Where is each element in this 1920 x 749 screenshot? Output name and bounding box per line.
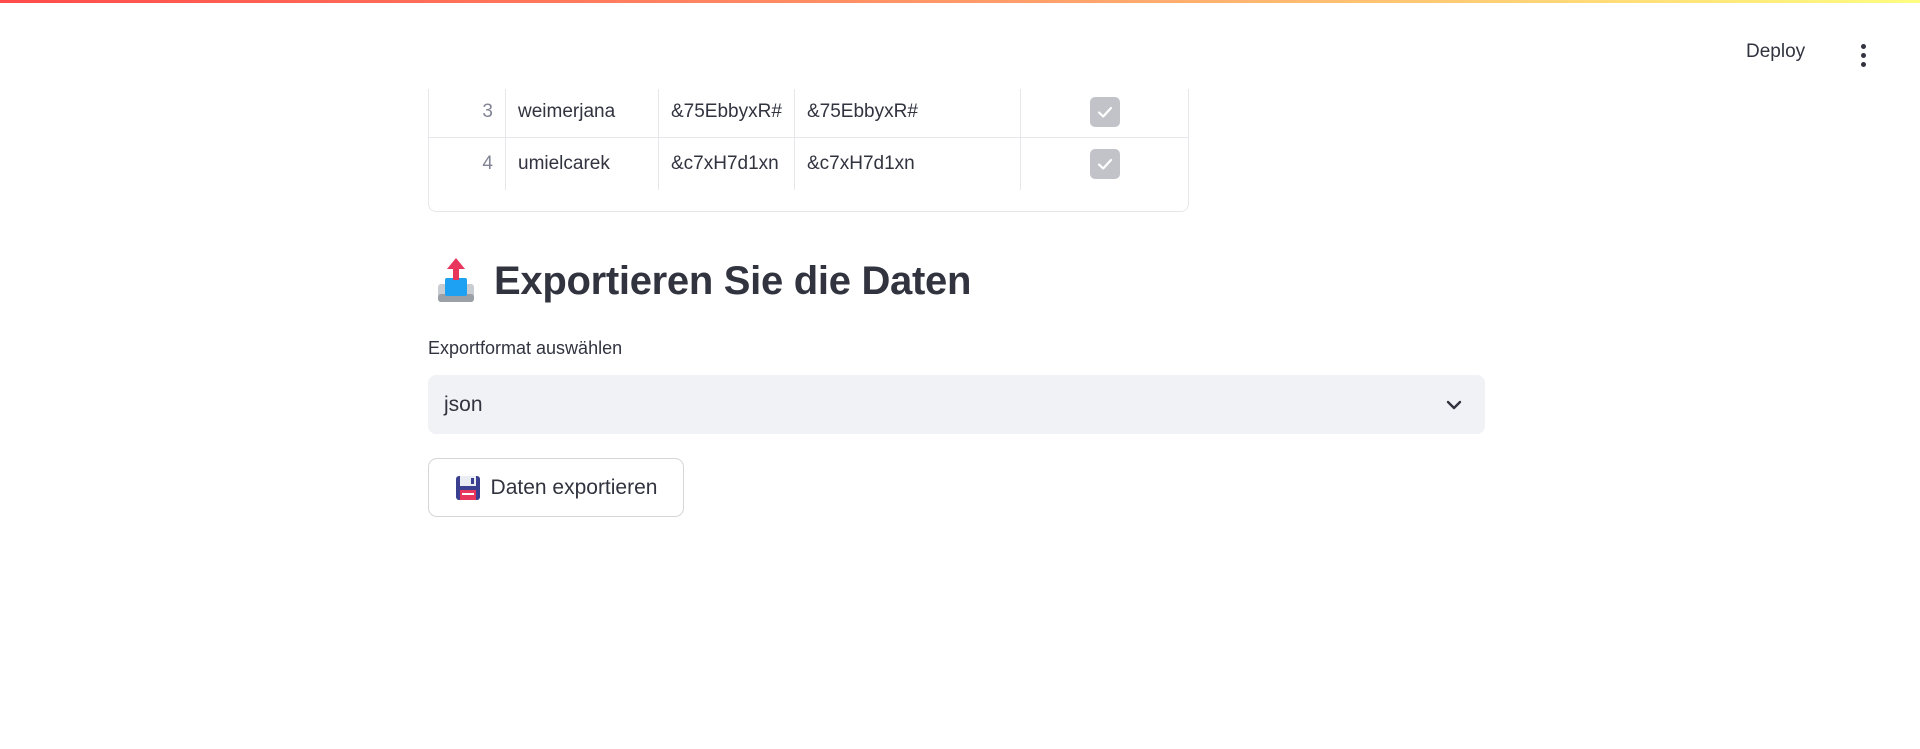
row-index: 4 <box>429 138 506 190</box>
check-icon <box>1097 158 1112 170</box>
chevron-down-icon <box>1446 400 1462 410</box>
export-format-label: Exportformat auswählen <box>428 338 623 358</box>
password-cell[interactable]: &c7xH7d1xn <box>659 138 795 190</box>
menu-dot <box>1860 43 1866 49</box>
table-row[interactable]: 3 weimerjana &75EbbyxR# &75EbbyxR# <box>429 85 1188 138</box>
username-cell[interactable]: umielcarek <box>506 138 659 190</box>
export-button-label: Daten exportieren <box>490 475 658 499</box>
menu-dot <box>1860 52 1866 58</box>
floppy-disk-icon <box>455 475 480 500</box>
username-cell[interactable]: weimerjana <box>506 86 659 138</box>
export-format-value: json <box>444 392 483 416</box>
checkbox-cell[interactable] <box>1021 138 1188 190</box>
password-cell[interactable]: &75EbbyxR# <box>659 86 795 138</box>
row-checkbox[interactable] <box>1089 97 1120 127</box>
password-confirm-cell[interactable]: &75EbbyxR# <box>795 86 1021 138</box>
check-icon <box>1097 106 1112 118</box>
main-menu-button[interactable] <box>1849 41 1877 69</box>
page-title: Exportieren Sie die Daten <box>494 258 972 303</box>
row-index: 3 <box>429 86 506 138</box>
password-confirm-cell[interactable]: &c7xH7d1xn <box>795 138 1021 190</box>
table-row[interactable]: 4 umielcarek &c7xH7d1xn &c7xH7d1xn <box>429 137 1188 190</box>
outbox-tray-icon <box>438 258 474 302</box>
row-checkbox[interactable] <box>1089 149 1120 179</box>
checkbox-cell[interactable] <box>1021 86 1188 138</box>
deploy-button[interactable]: Deploy <box>1746 41 1805 63</box>
export-format-select[interactable]: json <box>428 375 1485 434</box>
export-heading: Exportieren Sie die Daten <box>436 258 971 304</box>
menu-dot <box>1860 61 1866 67</box>
export-data-button[interactable]: Daten exportieren <box>428 458 684 517</box>
app-header: Deploy <box>0 3 1920 89</box>
